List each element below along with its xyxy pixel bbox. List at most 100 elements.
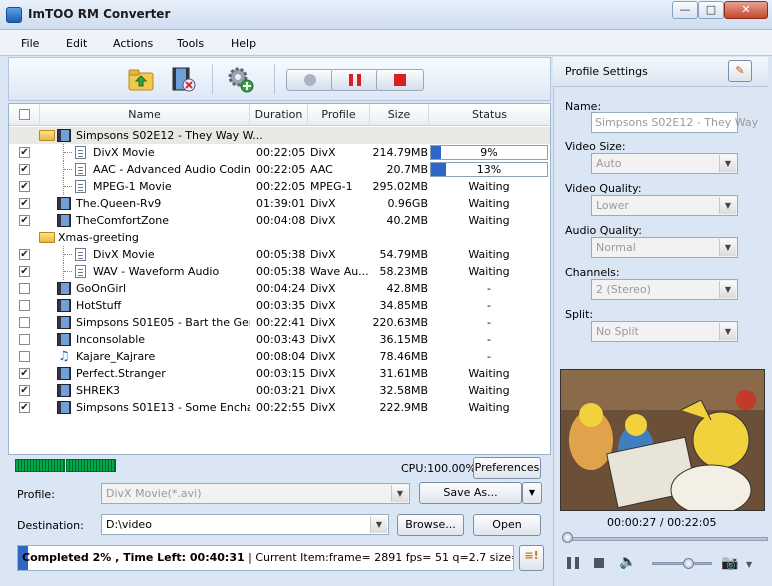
row-checkbox[interactable]: ✔: [19, 402, 30, 413]
table-row[interactable]: Xmas-greeting: [9, 229, 550, 246]
row-checkbox[interactable]: ✔: [19, 215, 30, 226]
table-row[interactable]: ✔ The.Queen-Rv9 01:39:01 DivX 0.96GB Waiting: [9, 195, 550, 212]
pause-playback-button[interactable]: [567, 557, 579, 569]
video-quality-label: Video Quality:: [565, 182, 642, 195]
audio-note-icon: ♫: [58, 349, 70, 364]
row-profile: DivX: [310, 282, 336, 295]
name-field[interactable]: Simpsons S02E12 - They Way: [591, 112, 758, 133]
film-remove-icon: [172, 67, 196, 92]
menu-tools[interactable]: Tools: [177, 37, 204, 50]
table-row[interactable]: HotStuff 00:03:35 DivX 34.85MB -: [9, 297, 550, 314]
row-checkbox[interactable]: [19, 317, 30, 328]
menu-actions[interactable]: Actions: [113, 37, 153, 50]
row-duration: 00:05:38: [256, 265, 306, 278]
save-as-dropdown-button[interactable]: ▼: [522, 482, 542, 504]
row-name: Xmas-greeting: [58, 231, 139, 244]
table-row[interactable]: ✔ TheComfortZone 00:04:08 DivX 40.2MB Waiting: [9, 212, 550, 229]
stop-playback-button[interactable]: [594, 558, 604, 568]
table-row[interactable]: ✔ DivX Movie 00:22:05 DivX 214.79MB 9%: [9, 144, 550, 161]
table-row[interactable]: ✔ MPEG-1 Movie 00:22:05 MPEG-1 295.02MB Waiti…: [9, 178, 550, 195]
video-size-select[interactable]: Auto ▼: [591, 153, 738, 174]
open-button[interactable]: Open: [473, 514, 541, 536]
table-row[interactable]: Inconsolable 00:03:43 DivX 36.15MB -: [9, 331, 550, 348]
app-icon: [6, 7, 22, 23]
row-checkbox[interactable]: ✔: [19, 385, 30, 396]
row-checkbox[interactable]: ✔: [19, 181, 30, 192]
chevron-down-icon: ▼: [370, 516, 387, 533]
channels-select[interactable]: 2 (Stereo) ▼: [591, 279, 738, 300]
stop-button[interactable]: [376, 69, 424, 91]
row-checkbox[interactable]: [19, 300, 30, 311]
add-file-button[interactable]: [126, 64, 160, 94]
menu-file[interactable]: File: [21, 37, 39, 50]
menu-help[interactable]: Help: [231, 37, 256, 50]
row-profile: DivX: [310, 248, 336, 261]
row-name: WAV - Waveform Audio: [93, 265, 220, 278]
select-all-checkbox[interactable]: [19, 109, 30, 120]
row-checkbox[interactable]: ✔: [19, 198, 30, 209]
remove-file-button[interactable]: [168, 64, 202, 94]
status-detail: | Current Item:frame= 2891 fps= 51 q=2.7…: [248, 551, 513, 564]
row-checkbox[interactable]: ✔: [19, 147, 30, 158]
channels-value: 2 (Stereo): [596, 283, 651, 296]
row-duration: 00:03:21: [256, 384, 306, 397]
edit-profile-button[interactable]: ✎: [728, 60, 752, 82]
table-row[interactable]: ✔ AAC - Advanced Audio Coding 00:22:05 AAC 2…: [9, 161, 550, 178]
header-status[interactable]: Status: [429, 104, 550, 126]
chevron-down-icon[interactable]: ▼: [746, 560, 752, 569]
chevron-down-icon: ▼: [719, 323, 736, 340]
table-row[interactable]: Simpsons S01E05 - Bart the General 00:22:…: [9, 314, 550, 331]
seek-slider[interactable]: [563, 537, 768, 541]
volume-slider-thumb[interactable]: [683, 558, 694, 569]
film-icon: [57, 316, 71, 329]
table-row[interactable]: ✔ SHREK3 00:03:21 DivX 32.58MB Waiting: [9, 382, 550, 399]
save-as-button[interactable]: Save As...: [419, 482, 522, 504]
profile-select[interactable]: DivX Movie(*.avi) ▼: [101, 483, 410, 504]
row-checkbox[interactable]: [19, 351, 30, 362]
row-profile: DivX: [310, 146, 336, 159]
audio-quality-select[interactable]: Normal ▼: [591, 237, 738, 258]
split-select[interactable]: No Split ▼: [591, 321, 738, 342]
volume-icon[interactable]: 🔈: [619, 554, 636, 570]
log-button[interactable]: ≡!: [519, 545, 544, 571]
row-checkbox[interactable]: ✔: [19, 249, 30, 260]
row-status: Waiting: [468, 367, 510, 380]
maximize-button[interactable]: □: [698, 1, 724, 19]
row-checkbox[interactable]: ✔: [19, 266, 30, 277]
video-quality-select[interactable]: Lower ▼: [591, 195, 738, 216]
header-select-all[interactable]: [9, 104, 40, 126]
snapshot-camera-icon[interactable]: 📷: [721, 555, 738, 571]
row-progress-bar: 13%: [430, 162, 548, 177]
header-duration[interactable]: Duration: [250, 104, 308, 126]
record-button[interactable]: [286, 69, 334, 91]
log-alert-icon: ≡!: [524, 549, 539, 562]
destination-input[interactable]: D:\video ▼: [101, 514, 389, 535]
row-checkbox[interactable]: [19, 334, 30, 345]
table-row[interactable]: ✔ Perfect.Stranger 00:03:15 DivX 31.61MB Wait…: [9, 365, 550, 382]
table-row[interactable]: ♫ Kajare_Kajrare 00:08:04 DivX 78.46MB -: [9, 348, 550, 365]
status-summary: Completed 2% , Time Left: 00:40:31: [22, 551, 245, 564]
row-checkbox[interactable]: [19, 283, 30, 294]
menu-edit[interactable]: Edit: [66, 37, 87, 50]
row-checkbox[interactable]: ✔: [19, 164, 30, 175]
volume-slider[interactable]: [652, 562, 712, 565]
row-profile: DivX: [310, 316, 336, 329]
row-checkbox[interactable]: ✔: [19, 368, 30, 379]
folder-add-icon: [128, 69, 154, 91]
table-row[interactable]: ✔ DivX Movie 00:05:38 DivX 54.79MB Waiting: [9, 246, 550, 263]
header-name[interactable]: Name: [40, 104, 250, 126]
minimize-button[interactable]: —: [672, 1, 698, 19]
preferences-button[interactable]: Preferences: [473, 457, 541, 479]
row-profile: DivX: [310, 401, 336, 414]
pause-button[interactable]: [331, 69, 379, 91]
table-row[interactable]: GoOnGirl 00:04:24 DivX 42.8MB -: [9, 280, 550, 297]
header-size[interactable]: Size: [370, 104, 429, 126]
browse-button[interactable]: Browse...: [397, 514, 464, 536]
table-row[interactable]: Simpsons S02E12 - They Way W...: [9, 127, 550, 144]
header-profile[interactable]: Profile: [308, 104, 370, 126]
table-row[interactable]: ✔ WAV - Waveform Audio 00:05:38 Wave Au... 5…: [9, 263, 550, 280]
table-row[interactable]: ✔ Simpsons S01E13 - Some Enchan... 00:22:5…: [9, 399, 550, 416]
add-profile-button[interactable]: [225, 64, 259, 94]
tree-line: [64, 254, 72, 255]
close-button[interactable]: ✕: [724, 1, 768, 19]
